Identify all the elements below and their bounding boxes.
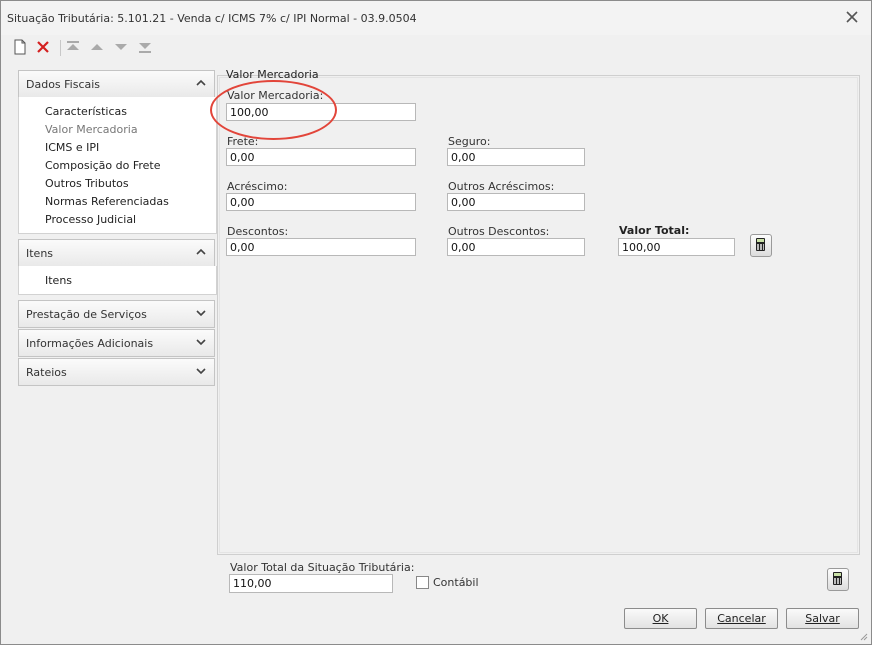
outros-descontos-input[interactable] <box>447 238 585 256</box>
nav-normas-referenciadas[interactable]: Normas Referenciadas <box>45 195 169 208</box>
itens-items: Itens <box>18 266 217 295</box>
move-last-icon[interactable] <box>136 38 154 56</box>
accordion-dados-fiscais[interactable]: Dados Fiscais <box>18 70 215 98</box>
acrescimo-label: Acréscimo: <box>227 180 288 193</box>
valor-total-label: Valor Total: <box>619 224 690 237</box>
chevron-down-icon <box>196 339 206 346</box>
outros-descontos-label: Outros Descontos: <box>448 225 550 238</box>
frete-input[interactable] <box>226 148 416 166</box>
outros-acrescimos-input[interactable] <box>447 193 585 211</box>
accordion-prestacao-servicos[interactable]: Prestação de Serviços <box>18 300 215 328</box>
nav-outros-tributos[interactable]: Outros Tributos <box>45 177 129 190</box>
accordion-label: Dados Fiscais <box>26 78 101 91</box>
contabil-label: Contábil <box>433 576 479 589</box>
valor-total-input[interactable] <box>618 238 735 256</box>
ok-button[interactable]: OK <box>624 608 697 629</box>
accordion-label: Rateios <box>26 366 67 379</box>
toolbar-separator <box>60 40 61 56</box>
nav-valor-mercadoria[interactable]: Valor Mercadoria <box>45 123 138 136</box>
nav-itens[interactable]: Itens <box>45 274 72 287</box>
title-bar: Situação Tributária: 5.101.21 - Venda c/… <box>1 1 871 35</box>
frete-label: Frete: <box>227 135 259 148</box>
valor-mercadoria-label: Valor Mercadoria: <box>227 89 324 102</box>
resize-grip-icon[interactable] <box>858 631 868 641</box>
dados-fiscais-items: Características Valor Mercadoria ICMS e … <box>18 97 217 234</box>
calculator-keys <box>757 244 764 250</box>
cancel-button-label: Cancelar <box>717 612 766 625</box>
total-situacao-label: Valor Total da Situação Tributária: <box>230 561 415 574</box>
ok-button-label: OK <box>652 612 669 625</box>
dialog-window: Situação Tributária: 5.101.21 - Venda c/… <box>0 0 872 645</box>
accordion-informacoes-adicionais[interactable]: Informações Adicionais <box>18 329 215 357</box>
new-document-icon[interactable] <box>11 38 29 56</box>
close-icon[interactable] <box>845 10 859 24</box>
nav-icms-ipi[interactable]: ICMS e IPI <box>45 141 99 154</box>
descontos-label: Descontos: <box>227 225 289 238</box>
nav-composicao-frete[interactable]: Composição do Frete <box>45 159 161 172</box>
accordion-rateios[interactable]: Rateios <box>18 358 215 386</box>
chevron-up-icon <box>196 248 206 255</box>
nav-processo-judicial[interactable]: Processo Judicial <box>45 213 136 226</box>
move-first-icon[interactable] <box>64 38 82 56</box>
move-up-icon[interactable] <box>88 38 106 56</box>
accordion-label: Prestação de Serviços <box>26 308 147 321</box>
calculator-screen <box>834 573 841 576</box>
save-button[interactable]: Salvar <box>786 608 859 629</box>
calculator-screen <box>757 239 764 242</box>
move-down-icon[interactable] <box>112 38 130 56</box>
delete-icon[interactable] <box>34 38 52 56</box>
contabil-checkbox[interactable] <box>416 576 429 589</box>
chevron-down-icon <box>196 310 206 317</box>
cancel-button[interactable]: Cancelar <box>705 608 778 629</box>
seguro-input[interactable] <box>447 148 585 166</box>
accordion-itens[interactable]: Itens <box>18 239 215 267</box>
window-title: Situação Tributária: 5.101.21 - Venda c/… <box>7 12 417 25</box>
footer-calculator-button[interactable] <box>827 568 849 591</box>
calculator-keys <box>834 578 841 584</box>
outros-acrescimos-label: Outros Acréscimos: <box>448 180 555 193</box>
acrescimo-input[interactable] <box>226 193 416 211</box>
save-button-label: Salvar <box>805 612 840 625</box>
valor-mercadoria-input[interactable] <box>226 103 416 121</box>
accordion-label: Itens <box>26 247 54 260</box>
chevron-up-icon <box>196 79 206 86</box>
section-title: Valor Mercadoria <box>226 68 319 81</box>
calculator-button[interactable] <box>750 234 772 257</box>
chevron-down-icon <box>196 368 206 375</box>
seguro-label: Seguro: <box>448 135 491 148</box>
nav-caracteristicas[interactable]: Características <box>45 105 127 118</box>
descontos-input[interactable] <box>226 238 416 256</box>
total-situacao-input[interactable] <box>229 574 393 593</box>
accordion-label: Informações Adicionais <box>26 337 154 350</box>
